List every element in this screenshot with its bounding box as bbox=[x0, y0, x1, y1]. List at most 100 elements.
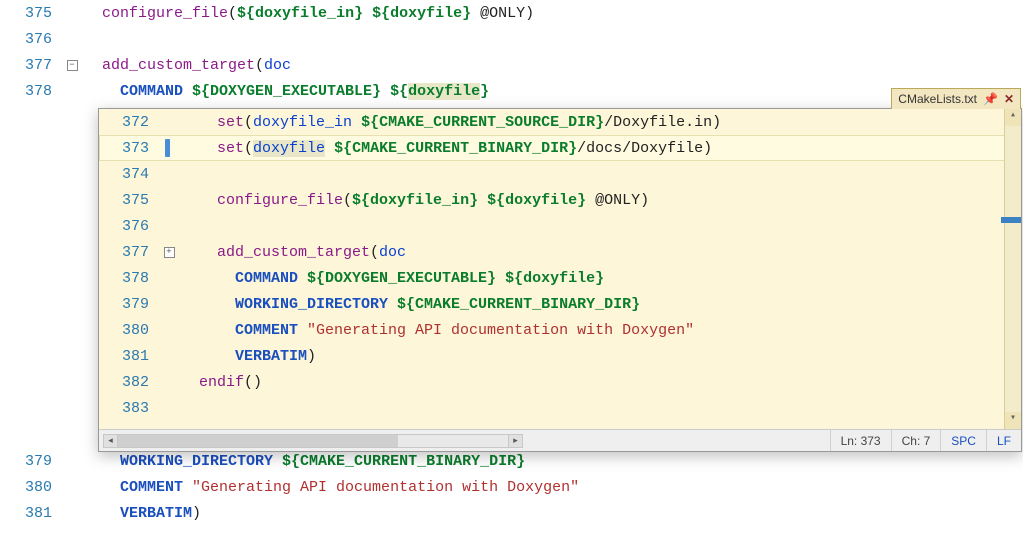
fold-toggle-icon[interactable]: + bbox=[164, 247, 175, 258]
code-line[interactable]: 376 bbox=[99, 213, 1021, 239]
scroll-thumb[interactable] bbox=[118, 435, 398, 447]
line-number: 375 bbox=[99, 192, 157, 209]
code-token: configure_file bbox=[217, 192, 343, 209]
code-line[interactable]: 381 VERBATIM) bbox=[0, 500, 1023, 526]
scroll-down-icon[interactable]: ▾ bbox=[1005, 412, 1021, 429]
vertical-scrollbar[interactable]: ▴ ▾ bbox=[1004, 109, 1021, 429]
line-number: 376 bbox=[0, 31, 60, 48]
code-token: doxyfile_in bbox=[253, 114, 352, 131]
code-token: add_custom_target bbox=[217, 244, 370, 261]
code-token: ${doxyfile} bbox=[487, 192, 586, 209]
code-token bbox=[298, 322, 307, 339]
code-token: ${doxyfile} bbox=[372, 5, 471, 22]
code-token bbox=[183, 83, 192, 100]
scroll-right-icon[interactable]: ▸ bbox=[508, 435, 522, 447]
code-line[interactable]: 372set(doxyfile_in ${CMAKE_CURRENT_SOURC… bbox=[99, 109, 1021, 135]
line-number: 382 bbox=[99, 374, 157, 391]
line-number: 376 bbox=[99, 218, 157, 235]
code-token: @ONLY) bbox=[471, 5, 534, 22]
code-token: @ONLY) bbox=[586, 192, 649, 209]
line-number: 378 bbox=[99, 270, 157, 287]
code-token: ${doxyfile} bbox=[505, 270, 604, 287]
code-line[interactable]: 378 COMMAND ${DOXYGEN_EXECUTABLE} ${doxyf… bbox=[99, 265, 1021, 291]
line-number: 379 bbox=[99, 296, 157, 313]
horizontal-scrollbar[interactable]: ◂ ▸ bbox=[103, 434, 523, 448]
code-token: ( bbox=[255, 57, 264, 74]
code-token bbox=[273, 453, 282, 470]
code-token: ${CMAKE_CURRENT_BINARY_DIR} bbox=[334, 140, 577, 157]
scroll-left-icon[interactable]: ◂ bbox=[104, 435, 118, 447]
code-token: ( bbox=[244, 114, 253, 131]
line-number: 373 bbox=[99, 140, 157, 157]
code-token: ${ bbox=[390, 83, 408, 100]
code-line[interactable]: 379 WORKING_DIRECTORY ${CMAKE_CURRENT_BIN… bbox=[99, 291, 1021, 317]
close-icon[interactable]: ✕ bbox=[1004, 92, 1014, 106]
code-line[interactable]: 377+add_custom_target(doc bbox=[99, 239, 1021, 265]
code-token: WORKING_DIRECTORY bbox=[235, 296, 388, 313]
code-token bbox=[183, 479, 192, 496]
code-line[interactable]: 375 configure_file(${doxyfile_in} ${doxyf… bbox=[0, 0, 1023, 26]
code-line[interactable]: 378COMMAND ${DOXYGEN_EXECUTABLE} ${doxyf… bbox=[0, 78, 1023, 104]
code-token: COMMAND bbox=[235, 270, 298, 287]
code-line[interactable]: 383 bbox=[99, 395, 1021, 421]
code-token: /docs/Doxyfile) bbox=[577, 140, 712, 157]
fold-toggle-icon[interactable]: − bbox=[67, 60, 78, 71]
code-line[interactable]: 375configure_file(${doxyfile_in} ${doxyf… bbox=[99, 187, 1021, 213]
code-token: "Generating API documentation with Doxyg… bbox=[307, 322, 694, 339]
line-number: 381 bbox=[0, 505, 60, 522]
line-number: 377 bbox=[99, 244, 157, 261]
code-token: ${doxyfile_in} bbox=[237, 5, 363, 22]
code-token bbox=[325, 140, 334, 157]
code-token: add_custom_target bbox=[102, 57, 255, 74]
peek-body[interactable]: 372set(doxyfile_in ${CMAKE_CURRENT_SOURC… bbox=[99, 109, 1021, 429]
code-token: ${CMAKE_CURRENT_BINARY_DIR} bbox=[282, 453, 525, 470]
code-token: ${DOXYGEN_EXECUTABLE} bbox=[307, 270, 496, 287]
code-token: VERBATIM bbox=[120, 505, 192, 522]
peek-tab-title: CMakeLists.txt bbox=[898, 92, 977, 106]
code-token: COMMAND bbox=[120, 83, 183, 100]
fold-gutter: + bbox=[157, 247, 181, 258]
fold-gutter: − bbox=[60, 60, 84, 71]
overview-marker bbox=[1001, 217, 1021, 223]
code-token: ( bbox=[228, 5, 237, 22]
code-token: doxyfile bbox=[408, 83, 480, 100]
code-line[interactable]: 373set(doxyfile ${CMAKE_CURRENT_BINARY_D… bbox=[99, 135, 1021, 161]
line-number: 383 bbox=[99, 400, 157, 417]
code-token bbox=[363, 5, 372, 22]
code-token bbox=[298, 270, 307, 287]
code-token: ${CMAKE_CURRENT_BINARY_DIR} bbox=[397, 296, 640, 313]
code-token: ${DOXYGEN_EXECUTABLE} bbox=[192, 83, 381, 100]
code-token: } bbox=[480, 83, 489, 100]
code-token: "Generating API documentation with Doxyg… bbox=[192, 479, 579, 496]
code-token: ) bbox=[192, 505, 201, 522]
code-line[interactable]: 376 bbox=[0, 26, 1023, 52]
code-token bbox=[352, 114, 361, 131]
code-token: /Doxyfile.in) bbox=[604, 114, 721, 131]
code-token: WORKING_DIRECTORY bbox=[120, 453, 273, 470]
code-token: COMMENT bbox=[235, 322, 298, 339]
code-line[interactable]: 380COMMENT "Generating API documentation… bbox=[0, 474, 1023, 500]
code-line[interactable]: 382endif() bbox=[99, 369, 1021, 395]
line-number: 379 bbox=[0, 453, 60, 470]
code-token: COMMENT bbox=[120, 479, 183, 496]
code-line[interactable]: 374 bbox=[99, 161, 1021, 187]
code-token: configure_file bbox=[102, 5, 228, 22]
status-col: Ch: 7 bbox=[891, 430, 941, 451]
status-eol[interactable]: LF bbox=[986, 430, 1021, 451]
pin-icon[interactable]: 📌 bbox=[983, 92, 998, 106]
code-line[interactable]: 381VERBATIM) bbox=[99, 343, 1021, 369]
code-line[interactable]: 380COMMENT "Generating API documentation… bbox=[99, 317, 1021, 343]
code-token: VERBATIM bbox=[235, 348, 307, 365]
scroll-up-icon[interactable]: ▴ bbox=[1005, 109, 1021, 126]
code-token bbox=[381, 83, 390, 100]
line-number: 377 bbox=[0, 57, 60, 74]
code-line[interactable]: 377− add_custom_target(doc bbox=[0, 52, 1023, 78]
line-number: 375 bbox=[0, 5, 60, 22]
code-token bbox=[478, 192, 487, 209]
code-token: ${doxyfile_in} bbox=[352, 192, 478, 209]
code-token: () bbox=[244, 374, 262, 391]
peek-tab: CMakeLists.txt 📌 ✕ bbox=[891, 88, 1021, 109]
code-token: ) bbox=[307, 348, 316, 365]
status-indent[interactable]: SPC bbox=[940, 430, 986, 451]
code-token: doc bbox=[264, 57, 291, 74]
